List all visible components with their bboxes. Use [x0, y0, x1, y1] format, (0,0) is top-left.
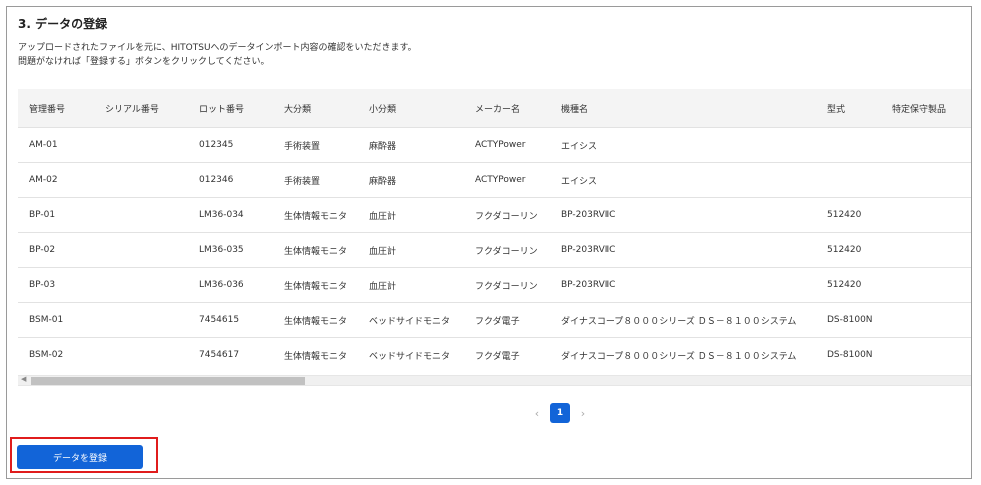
table-cell: LM36-036	[188, 267, 273, 303]
import-preview-table: 管理番号 シリアル番号 ロット番号 大分類 小分類 メーカー名 機種名 型式 特定保守製品 AM…	[18, 89, 971, 372]
description-line-1: アップロードされたファイルを元に、HITOTSUへのデータインポート内容の確認を…	[18, 43, 417, 53]
table-cell: 512420	[816, 197, 881, 233]
table-row: BSM-02 7454617 生体情報モニタ ベッドサイドモニタ フクダ電子 ダイナスコー…	[18, 337, 971, 372]
pagination-prev-icon[interactable]: ‹	[527, 407, 547, 420]
table-cell: LM36-034	[188, 197, 273, 233]
table-row: BP-03 LM36-036 生体情報モニタ 血圧計 フクダコーリン BP-203RVⅡC…	[18, 267, 971, 303]
table-cell: 手術装置	[273, 162, 358, 198]
table-cell: 012346	[188, 162, 273, 198]
table-row: BP-01 LM36-034 生体情報モニタ 血圧計 フクダコーリン BP-203RVⅡC…	[18, 197, 971, 233]
register-data-button[interactable]: データを登録	[17, 445, 143, 469]
table-cell: BP-203RVⅡC	[550, 232, 816, 268]
table-cell: 7454615	[188, 302, 273, 338]
table-cell: 012345	[188, 127, 273, 163]
table-cell: BP-01	[18, 197, 94, 233]
table-cell	[881, 197, 971, 233]
table-cell: フクダ電子	[464, 302, 550, 338]
column-header: 特定保守製品	[881, 89, 971, 128]
table-cell: ACTYPower	[464, 162, 550, 198]
table-row: BP-02 LM36-035 生体情報モニタ 血圧計 フクダコーリン BP-203RVⅡC…	[18, 232, 971, 268]
description-line-2: 問題がなければ「登録する」ボタンをクリックしてください。	[18, 57, 270, 67]
table-cell	[881, 162, 971, 198]
table-cell: DS-8100N	[816, 337, 881, 372]
table-cell: ダイナスコープ８０００シリーズ ＤＳ－８１００システム	[550, 302, 816, 338]
table-cell: 7454617	[188, 337, 273, 372]
table-row: BSM-01 7454615 生体情報モニタ ベッドサイドモニタ フクダ電子 ダイナスコー…	[18, 302, 971, 338]
table-cell: 512420	[816, 232, 881, 268]
import-preview-table-container: 管理番号 シリアル番号 ロット番号 大分類 小分類 メーカー名 機種名 型式 特定保守製品 AM…	[18, 89, 971, 389]
table-cell: ACTYPower	[464, 127, 550, 163]
table-cell: 手術装置	[273, 127, 358, 163]
pagination-page-1[interactable]: 1	[550, 403, 570, 423]
table-cell: AM-01	[18, 127, 94, 163]
table-header-row: 管理番号 シリアル番号 ロット番号 大分類 小分類 メーカー名 機種名 型式 特定保守製品	[18, 89, 971, 128]
column-header: 小分類	[358, 89, 464, 128]
table-cell: 生体情報モニタ	[273, 337, 358, 372]
table-cell	[816, 127, 881, 163]
table-cell: 生体情報モニタ	[273, 197, 358, 233]
section-description: アップロードされたファイルを元に、HITOTSUへのデータインポート内容の確認を…	[18, 41, 417, 69]
table-cell	[94, 127, 188, 163]
table-cell: エイシス	[550, 127, 816, 163]
table-cell: 血圧計	[358, 197, 464, 233]
table-cell	[94, 302, 188, 338]
table-cell: BP-203RVⅡC	[550, 197, 816, 233]
table-cell	[881, 127, 971, 163]
table-cell: LM36-035	[188, 232, 273, 268]
table-cell: 血圧計	[358, 232, 464, 268]
table-cell: ベッドサイドモニタ	[358, 302, 464, 338]
table-cell	[881, 337, 971, 372]
table-cell: ベッドサイドモニタ	[358, 337, 464, 372]
table-cell: DS-8100N	[816, 302, 881, 338]
column-header: 大分類	[273, 89, 358, 128]
pagination: ‹ 1 ›	[527, 403, 593, 423]
column-header: 機種名	[550, 89, 816, 128]
table-cell: AM-02	[18, 162, 94, 198]
table-cell: フクダコーリン	[464, 232, 550, 268]
table-cell: 麻酔器	[358, 162, 464, 198]
table-cell	[94, 197, 188, 233]
data-registration-panel: 3. データの登録 アップロードされたファイルを元に、HITOTSUへのデータイ…	[6, 6, 972, 479]
column-header: 管理番号	[18, 89, 94, 128]
table-cell: フクダ電子	[464, 337, 550, 372]
table-cell: BP-03	[18, 267, 94, 303]
scrollbar-thumb[interactable]	[31, 377, 305, 385]
table-cell: 麻酔器	[358, 127, 464, 163]
table-cell	[94, 162, 188, 198]
table-cell: BSM-01	[18, 302, 94, 338]
table-cell	[94, 337, 188, 372]
table-cell: BSM-02	[18, 337, 94, 372]
column-header: メーカー名	[464, 89, 550, 128]
scroll-left-arrow-icon[interactable]: ◀	[21, 375, 26, 383]
table-cell	[816, 162, 881, 198]
table-cell	[881, 232, 971, 268]
table-cell	[881, 302, 971, 338]
table-cell: エイシス	[550, 162, 816, 198]
table-row: AM-02 012346 手術装置 麻酔器 ACTYPower エイシス	[18, 162, 971, 198]
table-row: AM-01 012345 手術装置 麻酔器 ACTYPower エイシス	[18, 127, 971, 163]
table-cell: ダイナスコープ８０００シリーズ ＤＳ－８１００システム	[550, 337, 816, 372]
table-cell: 生体情報モニタ	[273, 302, 358, 338]
column-header: ロット番号	[188, 89, 273, 128]
table-cell: フクダコーリン	[464, 197, 550, 233]
table-cell: 生体情報モニタ	[273, 267, 358, 303]
column-header: 型式	[816, 89, 881, 128]
pagination-next-icon[interactable]: ›	[573, 407, 593, 420]
table-cell: フクダコーリン	[464, 267, 550, 303]
table-body: AM-01 012345 手術装置 麻酔器 ACTYPower エイシス AM-02 0123…	[18, 127, 971, 372]
section-title: 3. データの登録	[18, 17, 108, 31]
table-cell: 生体情報モニタ	[273, 232, 358, 268]
table-cell: BP-02	[18, 232, 94, 268]
table-cell: 512420	[816, 267, 881, 303]
column-header: シリアル番号	[94, 89, 188, 128]
table-cell	[94, 232, 188, 268]
table-cell: BP-203RVⅡC	[550, 267, 816, 303]
table-cell	[94, 267, 188, 303]
horizontal-scrollbar[interactable]: ◀	[18, 375, 971, 386]
table-cell	[881, 267, 971, 303]
table-cell: 血圧計	[358, 267, 464, 303]
